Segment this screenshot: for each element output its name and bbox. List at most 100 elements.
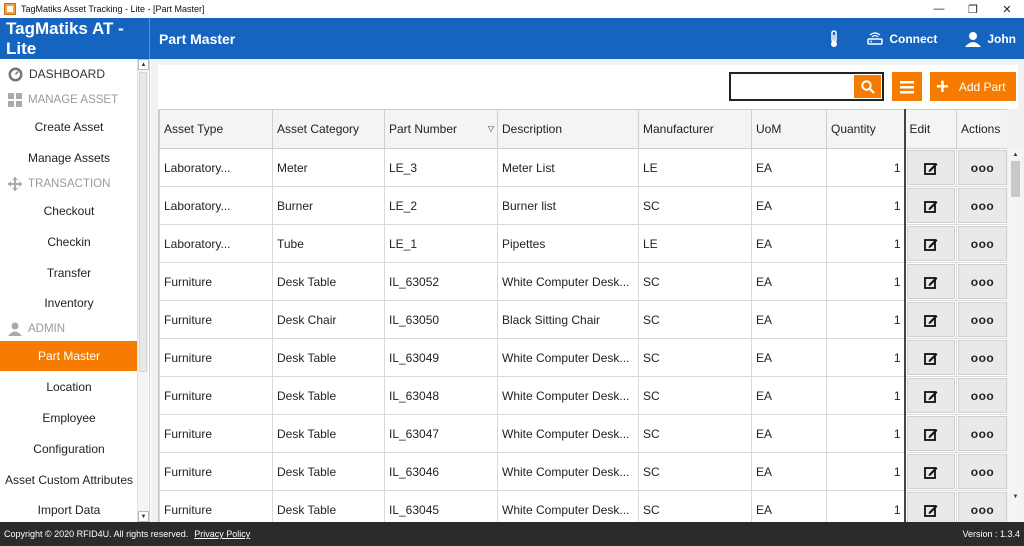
table-scrollbar[interactable]: ▲ ▼ <box>1008 147 1023 522</box>
main-content: + Add Part Asset Type Asset Category Par… <box>151 59 1024 522</box>
cell-manufacturer: SC <box>638 376 752 415</box>
sidebar-item-configuration[interactable]: Configuration <box>0 435 138 463</box>
scroll-down-arrow-icon[interactable]: ▼ <box>1010 491 1021 502</box>
scroll-down-arrow-icon[interactable]: ▼ <box>138 511 149 522</box>
sidebar-item-create-asset[interactable]: Create Asset <box>0 113 138 141</box>
more-actions-button[interactable]: ooo <box>958 188 1007 223</box>
thermometer-icon[interactable] <box>829 29 839 48</box>
edit-button[interactable] <box>906 188 955 223</box>
cell-edit <box>904 262 957 301</box>
more-actions-button[interactable]: ooo <box>958 264 1007 299</box>
close-button[interactable]: ✕ <box>990 0 1024 18</box>
version-text: Version : 1.3.4 <box>962 529 1020 539</box>
sidebar-scrollbar[interactable]: ▲ ▼ <box>137 59 149 522</box>
cell-manufacturer: LE <box>638 148 752 187</box>
column-header-uom[interactable]: UoM <box>751 109 827 149</box>
column-header-asset-category[interactable]: Asset Category <box>272 109 385 149</box>
cell-asset-category: Desk Table <box>272 376 385 415</box>
table-row[interactable]: Furniture Desk Table IL_63047 White Compute… <box>159 414 1007 453</box>
table-row[interactable]: Furniture Desk Table IL_63052 White Compute… <box>159 262 1007 301</box>
cell-actions: ooo <box>956 414 1007 453</box>
more-dots-icon: ooo <box>970 388 995 403</box>
cell-quantity: 1 <box>826 376 906 415</box>
scrollbar-thumb[interactable] <box>1011 161 1020 197</box>
list-view-button[interactable] <box>892 72 922 101</box>
sidebar-item-asset-custom-attributes[interactable]: Asset Custom Attributes <box>0 466 138 494</box>
more-dots-icon: ooo <box>970 464 995 479</box>
edit-button[interactable] <box>906 378 955 413</box>
sidebar-item-location[interactable]: Location <box>0 373 138 401</box>
sidebar-item-dashboard[interactable]: DASHBOARD <box>0 60 138 88</box>
cell-description: White Computer Desk... <box>497 338 639 377</box>
sidebar-section-label: MANAGE ASSET <box>28 94 119 106</box>
edit-button[interactable] <box>906 226 955 261</box>
table-row[interactable]: Furniture Desk Table IL_63045 White Compute… <box>159 490 1007 522</box>
edit-button[interactable] <box>906 416 955 451</box>
sidebar-item-inventory[interactable]: Inventory <box>0 289 138 317</box>
column-header-description[interactable]: Description <box>497 109 639 149</box>
restore-button[interactable]: ❐ <box>956 0 990 18</box>
cell-edit <box>904 224 957 263</box>
dashboard-icon <box>8 67 23 81</box>
cell-quantity: 1 <box>826 490 906 522</box>
scroll-up-arrow-icon[interactable]: ▲ <box>138 59 149 70</box>
table-row[interactable]: Laboratory... Meter LE_3 Meter List LE EA 1 ooo <box>159 148 1007 187</box>
cell-manufacturer: SC <box>638 452 752 491</box>
more-actions-button[interactable]: ooo <box>958 340 1007 375</box>
cell-asset-category: Desk Table <box>272 414 385 453</box>
more-actions-button[interactable]: ooo <box>958 378 1007 413</box>
table-row[interactable]: Furniture Desk Chair IL_63050 Black Sitting… <box>159 300 1007 339</box>
edit-button[interactable] <box>906 492 955 522</box>
more-actions-button[interactable]: ooo <box>958 454 1007 489</box>
search-field[interactable] <box>729 72 884 101</box>
table-row[interactable]: Furniture Desk Table IL_63046 White Compute… <box>159 452 1007 491</box>
parts-table: Asset Type Asset Category Part Number ▽ D… <box>158 109 1007 522</box>
more-actions-button[interactable]: ooo <box>958 416 1007 451</box>
table-row[interactable]: Laboratory... Tube LE_1 Pipettes LE EA 1 ooo <box>159 224 1007 263</box>
column-header-manufacturer[interactable]: Manufacturer <box>638 109 752 149</box>
minimize-button[interactable]: — <box>922 0 956 18</box>
scroll-up-arrow-icon[interactable]: ▲ <box>1010 149 1021 160</box>
more-actions-button[interactable]: ooo <box>958 302 1007 337</box>
edit-button[interactable] <box>906 454 955 489</box>
sidebar-item-employee[interactable]: Employee <box>0 404 138 432</box>
cell-part-number: IL_63048 <box>384 376 498 415</box>
cell-asset-type: Furniture <box>159 262 273 301</box>
table-row[interactable]: Furniture Desk Table IL_63049 White Compute… <box>159 338 1007 377</box>
add-part-button[interactable]: + Add Part <box>930 72 1016 101</box>
search-input[interactable] <box>731 74 851 99</box>
more-actions-button[interactable]: ooo <box>958 150 1007 185</box>
column-header-quantity[interactable]: Quantity <box>826 109 906 149</box>
edit-button[interactable] <box>906 264 955 299</box>
sidebar-item-label: DASHBOARD <box>29 67 106 81</box>
more-actions-button[interactable]: ooo <box>958 226 1007 261</box>
column-header-asset-type[interactable]: Asset Type <box>159 109 273 149</box>
scrollbar-thumb[interactable] <box>139 72 147 372</box>
cell-description: Meter List <box>497 148 639 187</box>
sidebar-item-checkout[interactable]: Checkout <box>0 197 138 225</box>
sidebar-item-manage-assets[interactable]: Manage Assets <box>0 144 138 172</box>
edit-button[interactable] <box>906 340 955 375</box>
search-button[interactable] <box>854 75 881 98</box>
sidebar-item-import-data[interactable]: Import Data <box>0 496 138 522</box>
edit-button[interactable] <box>906 302 955 337</box>
table-row[interactable]: Furniture Desk Table IL_63048 White Compute… <box>159 376 1007 415</box>
user-menu[interactable]: John <box>965 31 1016 47</box>
cell-quantity: 1 <box>826 186 906 225</box>
connect-button[interactable]: Connect <box>867 32 937 46</box>
more-dots-icon: ooo <box>970 502 995 517</box>
sidebar-item-part-master[interactable]: Part Master <box>0 341 138 371</box>
more-actions-button[interactable]: ooo <box>958 492 1007 522</box>
cell-uom: EA <box>751 262 827 301</box>
edit-button[interactable] <box>906 150 955 185</box>
column-header-part-number[interactable]: Part Number ▽ <box>384 109 498 149</box>
cell-quantity: 1 <box>826 224 906 263</box>
privacy-policy-link[interactable]: Privacy Policy <box>194 529 250 539</box>
cell-manufacturer: SC <box>638 262 752 301</box>
table-row[interactable]: Laboratory... Burner LE_2 Burner list SC EA 1 o… <box>159 186 1007 225</box>
cell-description: White Computer Desk... <box>497 452 639 491</box>
sidebar-item-checkin[interactable]: Checkin <box>0 228 138 256</box>
cell-uom: EA <box>751 490 827 522</box>
sidebar-item-transfer[interactable]: Transfer <box>0 259 138 287</box>
edit-icon <box>923 466 938 479</box>
